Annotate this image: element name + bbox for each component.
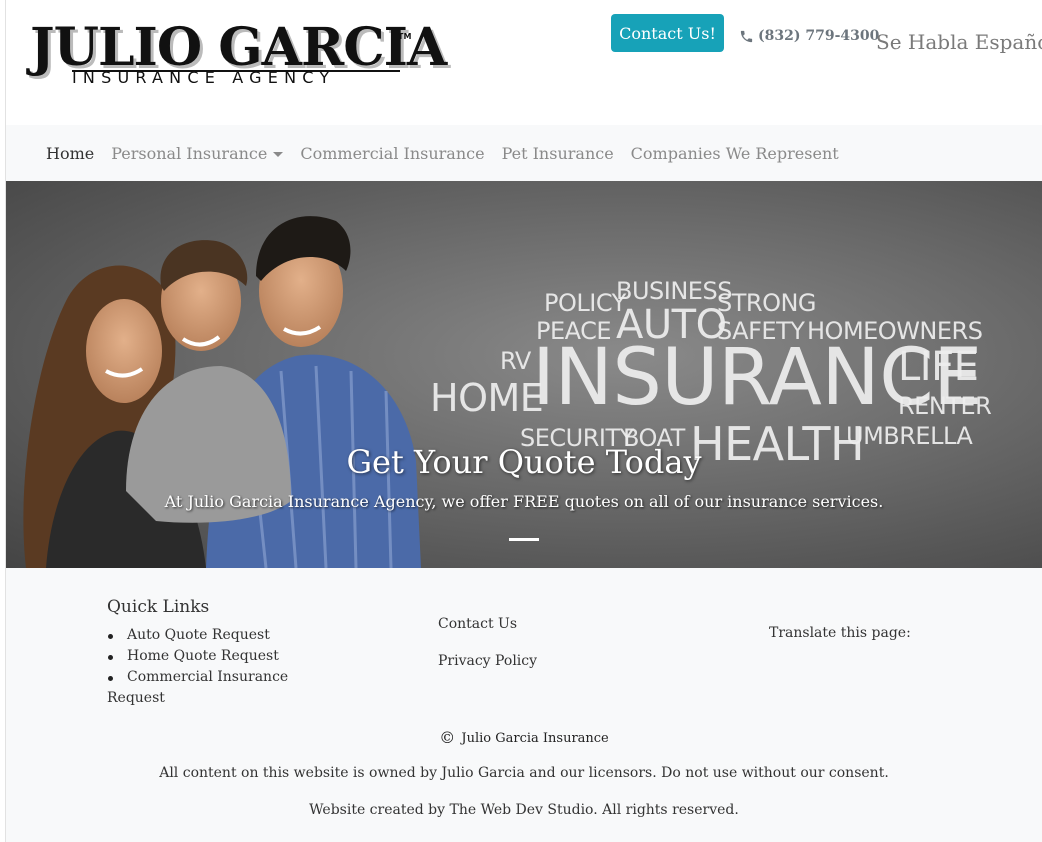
chalk-word-renter: RENTER xyxy=(898,392,992,420)
quick-link-commercial-wrap[interactable]: Request xyxy=(107,688,307,709)
main-nav: Home Personal Insurance Commercial Insur… xyxy=(6,125,1042,181)
chalk-word-business: BUSINESS xyxy=(616,277,732,305)
nav-item-personal-insurance[interactable]: Personal Insurance xyxy=(111,143,284,163)
copyright-icon: © xyxy=(439,728,456,747)
site-logo[interactable]: JULIO GARCIA TM INSURANCE AGENCY xyxy=(28,18,447,93)
nav-item-home[interactable]: Home xyxy=(46,144,94,163)
logo-subtitle: INSURANCE AGENCY xyxy=(72,68,336,87)
site-header: JULIO GARCIA TM INSURANCE AGENCY Contact… xyxy=(6,0,1042,125)
chalk-word-policy: POLICY xyxy=(544,289,626,317)
quick-link-home[interactable]: Home Quote Request xyxy=(107,646,307,667)
translate-label: Translate this page: xyxy=(769,625,911,641)
phone-link[interactable]: (832) 779-4300 xyxy=(739,28,879,44)
hero-title: Get Your Quote Today xyxy=(346,443,702,481)
credits-notice: Website created by The Web Dev Studio. A… xyxy=(309,802,739,818)
caret-down-icon xyxy=(273,151,284,157)
page-frame: JULIO GARCIA TM INSURANCE AGENCY Contact… xyxy=(5,0,1042,842)
hero-subtitle: At Julio Garcia Insurance Agency, we off… xyxy=(164,492,884,511)
chalk-word-life: LIFE xyxy=(898,344,979,390)
phone-number: (832) 779-4300 xyxy=(758,28,880,44)
chalk-word-strong: STRONG xyxy=(717,289,817,317)
copyright: © Julio Garcia Insurance xyxy=(6,728,1042,747)
quick-link-commercial[interactable]: Commercial Insurance xyxy=(107,667,307,688)
chalk-word-home: HOME xyxy=(430,376,544,420)
logo-trademark: TM xyxy=(398,32,412,41)
chalk-word-rv: RV xyxy=(500,347,531,375)
footer-contact-us-link[interactable]: Contact Us xyxy=(438,616,517,632)
contact-us-button[interactable]: Contact Us! xyxy=(611,14,724,52)
spanish-spoken-text: Se Habla Español xyxy=(876,30,1042,54)
nav-item-pet-insurance[interactable]: Pet Insurance xyxy=(502,144,614,163)
nav-item-companies[interactable]: Companies We Represent xyxy=(631,144,839,163)
site-footer: Quick Links Auto Quote Request Home Quot… xyxy=(6,568,1042,842)
quick-links-title: Quick Links xyxy=(107,597,210,617)
nav-item-personal-insurance-label: Personal Insurance xyxy=(111,143,268,163)
quick-links-list: Auto Quote Request Home Quote Request Co… xyxy=(107,625,307,709)
logo-name: JULIO GARCIA xyxy=(30,17,447,78)
footer-privacy-link[interactable]: Privacy Policy xyxy=(438,653,537,669)
copyright-text: Julio Garcia Insurance xyxy=(461,731,609,746)
hero-carousel: POLICY BUSINESS STRONG PEACE AUTO SAFETY… xyxy=(6,181,1042,568)
nav-item-commercial-insurance[interactable]: Commercial Insurance xyxy=(300,144,484,163)
quick-link-auto[interactable]: Auto Quote Request xyxy=(107,625,307,646)
phone-icon xyxy=(740,30,753,42)
woman-face xyxy=(86,299,162,403)
ownership-notice: All content on this website is owned by … xyxy=(159,765,889,781)
carousel-indicator[interactable] xyxy=(509,538,539,541)
